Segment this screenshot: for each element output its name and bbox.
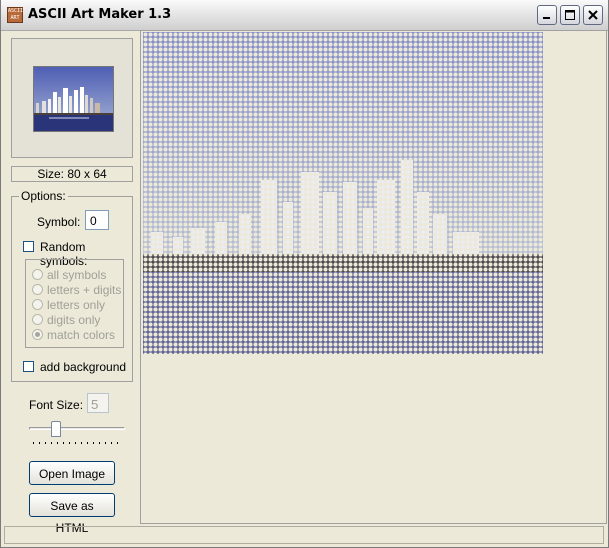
maximize-button[interactable] — [560, 5, 580, 25]
font-size-slider-track[interactable] — [29, 427, 125, 430]
radio-match-colors-label: match colors — [47, 328, 116, 342]
image-size-label: Size: 80 x 64 — [11, 166, 133, 182]
title-bar[interactable]: ASCII ART ASCII Art Maker 1.3 — [1, 0, 608, 31]
radio-digits-only[interactable] — [32, 314, 43, 325]
add-background-label: add background — [40, 360, 127, 374]
radio-all-symbols[interactable] — [32, 269, 43, 280]
radio-letters-digits-label: letters + digits — [47, 283, 122, 297]
image-thumbnail — [33, 66, 114, 132]
slider-ticks — [33, 442, 118, 444]
options-legend: Options: — [19, 189, 68, 203]
ascii-art-view[interactable] — [140, 30, 607, 524]
symbol-label: Symbol: — [37, 215, 81, 229]
minimize-button[interactable] — [537, 5, 557, 25]
save-as-html-button[interactable]: Save as HTML — [29, 493, 115, 535]
radio-all-symbols-label: all symbols — [47, 268, 107, 282]
ascii-art-canvas — [143, 32, 543, 354]
open-image-button[interactable]: Open Image — [29, 461, 115, 485]
font-size-label: Font Size: — [29, 398, 84, 412]
radio-digits-only-label: digits only — [47, 313, 101, 327]
close-icon — [588, 10, 598, 20]
font-size-input[interactable] — [87, 393, 109, 413]
symbol-mode-group: all symbols letters + digits letters onl… — [25, 259, 124, 348]
left-panel: Size: 80 x 64 Options: Symbol: Random sy… — [11, 38, 133, 535]
radio-letters-only-label: letters only — [47, 298, 106, 312]
close-button[interactable] — [583, 5, 603, 25]
radio-match-colors[interactable] — [32, 329, 43, 340]
image-preview-frame — [11, 38, 133, 158]
window-title: ASCII Art Maker 1.3 — [28, 7, 172, 22]
font-size-slider-handle[interactable] — [51, 421, 61, 437]
options-group: Options: Symbol: Random symbols: all sym… — [11, 189, 133, 382]
radio-letters-digits[interactable] — [32, 284, 43, 295]
app-window: ASCII ART ASCII Art Maker 1.3 Size: 80 x… — [0, 0, 609, 548]
ascii-art-app-icon[interactable]: ASCII ART — [7, 7, 23, 23]
maximize-icon — [565, 10, 575, 20]
radio-letters-only[interactable] — [32, 299, 43, 310]
status-bar — [4, 526, 604, 544]
add-background-checkbox[interactable] — [23, 361, 34, 372]
symbol-input[interactable] — [85, 210, 109, 230]
random-symbols-checkbox[interactable] — [23, 241, 34, 252]
minimize-icon — [543, 17, 550, 19]
